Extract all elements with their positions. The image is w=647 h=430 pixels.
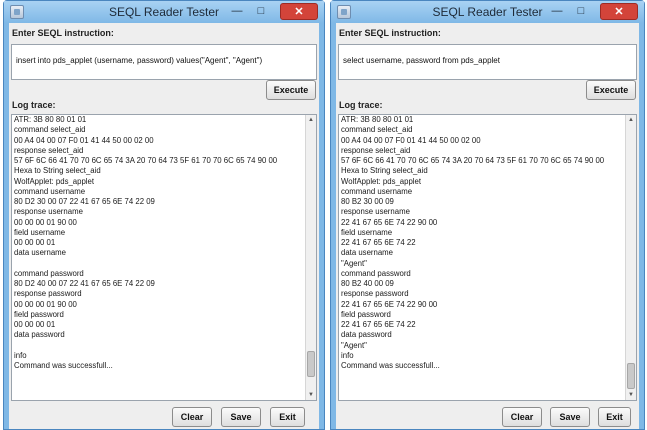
- log-trace-label: Log trace:: [339, 100, 383, 110]
- log-line: response select_aid: [14, 145, 84, 155]
- log-line: 00 00 00 01: [14, 320, 56, 329]
- log-line: "Agent": [341, 258, 367, 268]
- window-title: SEQL Reader Tester: [108, 5, 220, 19]
- clear-button[interactable]: Clear: [172, 407, 212, 427]
- log-lines: ATR: 3B 80 80 01 01 command select_aid 00 …: [14, 115, 302, 371]
- minimize-icon[interactable]: —: [226, 3, 248, 20]
- log-line: 80 B2 30 00 09: [341, 197, 394, 206]
- log-line: response password: [341, 289, 409, 299]
- log-trace-label: Log trace:: [12, 100, 56, 110]
- instruction-input[interactable]: insert into pds_applet (username, passwo…: [11, 44, 317, 80]
- log-trace-area[interactable]: ATR: 3B 80 80 01 01 command select_aid 00 …: [11, 114, 317, 401]
- log-line: ATR: 3B 80 80 01 01: [14, 115, 87, 124]
- close-icon[interactable]: ✕: [600, 3, 638, 20]
- log-line: field password: [341, 309, 391, 319]
- scroll-thumb[interactable]: [307, 351, 315, 378]
- log-line: command username: [341, 186, 413, 196]
- log-line: data username: [14, 248, 67, 258]
- clear-button[interactable]: Clear: [502, 407, 542, 427]
- log-line: 00 00 00 01 90 00: [14, 299, 77, 309]
- log-line: Command was successfull...: [341, 361, 440, 370]
- scroll-down-icon[interactable]: ▼: [626, 390, 636, 400]
- log-line: response username: [341, 207, 410, 217]
- log-line: 22 41 67 65 6E 74 22 90 00: [341, 217, 438, 227]
- log-line: command select_aid: [14, 125, 86, 135]
- log-trace-area[interactable]: ATR: 3B 80 80 01 01 command select_aid 00 …: [338, 114, 637, 401]
- execute-button[interactable]: Execute: [266, 80, 316, 100]
- log-line: 22 41 67 65 6E 74 22: [341, 320, 416, 329]
- action-buttons: Clear Save Exit: [9, 407, 319, 427]
- window-content: Enter SEQL instruction: select username,…: [336, 23, 639, 429]
- log-line: 00 A4 04 00 07 F0 01 41 44 50 00 02 00: [14, 135, 154, 145]
- log-line: field username: [341, 227, 393, 237]
- log-line: WolfApplet: pds_applet: [14, 176, 95, 186]
- log-line: 00 00 00 01 90 00: [14, 217, 77, 227]
- log-line: command select_aid: [341, 125, 413, 135]
- instruction-input[interactable]: select username, password from pds_apple…: [338, 44, 637, 80]
- instruction-label: Enter SEQL instruction:: [339, 28, 441, 38]
- scroll-up-icon[interactable]: ▲: [306, 115, 316, 125]
- minimize-icon[interactable]: —: [546, 3, 568, 20]
- title-bar[interactable]: SEQL Reader Tester — □ ✕: [331, 1, 644, 23]
- log-line: field username: [14, 227, 66, 237]
- log-line: Hexa to String select_aid: [14, 166, 101, 176]
- maximize-icon[interactable]: □: [570, 3, 592, 20]
- exit-button[interactable]: Exit: [598, 407, 631, 427]
- exit-button[interactable]: Exit: [270, 407, 305, 427]
- save-button[interactable]: Save: [550, 407, 590, 427]
- scroll-up-icon[interactable]: ▲: [626, 115, 636, 125]
- log-line: data password: [341, 330, 392, 340]
- log-line: Hexa to String select_aid: [341, 166, 428, 176]
- log-lines: ATR: 3B 80 80 01 01 command select_aid 00 …: [341, 115, 622, 371]
- log-line: data username: [341, 248, 394, 258]
- log-line: ATR: 3B 80 80 01 01: [341, 115, 414, 124]
- maximize-icon[interactable]: □: [250, 3, 272, 20]
- log-line: field password: [14, 309, 64, 319]
- log-line: WolfApplet: pds_applet: [341, 176, 422, 186]
- log-line: "Agent": [341, 340, 367, 350]
- log-scrollbar[interactable]: ▲ ▼: [305, 115, 316, 400]
- log-line: 80 D2 30 00 07 22 41 67 65 6E 74 22 09: [14, 197, 155, 206]
- save-button[interactable]: Save: [221, 407, 261, 427]
- log-line: 22 41 67 65 6E 74 22 90 00: [341, 299, 438, 309]
- log-line: command password: [14, 268, 84, 278]
- log-line: response select_aid: [341, 145, 411, 155]
- log-line: 57 6F 6C 66 41 70 70 6C 65 74 3A 20 70 6…: [341, 156, 605, 165]
- window-insert: SEQL Reader Tester — □ ✕ Enter SEQL inst…: [3, 0, 325, 430]
- scroll-down-icon[interactable]: ▼: [306, 390, 316, 400]
- log-line: command username: [14, 186, 86, 196]
- action-buttons: Clear Save Exit: [336, 407, 639, 427]
- log-line: 57 6F 6C 66 41 70 70 6C 65 74 3A 20 70 6…: [14, 156, 278, 165]
- log-line: command password: [341, 268, 411, 278]
- close-icon[interactable]: ✕: [280, 3, 318, 20]
- log-line: info: [14, 350, 27, 360]
- window-title: SEQL Reader Tester: [432, 5, 543, 19]
- log-line: 80 D2 40 00 07 22 41 67 65 6E 74 22 09: [14, 279, 155, 288]
- log-line: 00 00 00 01: [14, 238, 56, 247]
- window-select: SEQL Reader Tester — □ ✕ Enter SEQL inst…: [330, 0, 645, 430]
- log-line: response username: [14, 207, 83, 217]
- log-line: 80 B2 40 00 09: [341, 279, 394, 288]
- scroll-thumb[interactable]: [627, 363, 635, 389]
- log-line: info: [341, 350, 354, 360]
- log-line: 00 A4 04 00 07 F0 01 41 44 50 00 02 00: [341, 135, 481, 145]
- log-line: 22 41 67 65 6E 74 22: [341, 238, 416, 247]
- execute-button[interactable]: Execute: [586, 80, 636, 100]
- log-line: data password: [14, 330, 65, 340]
- log-scrollbar[interactable]: ▲ ▼: [625, 115, 636, 400]
- title-bar[interactable]: SEQL Reader Tester — □ ✕: [4, 1, 324, 23]
- window-content: Enter SEQL instruction: insert into pds_…: [9, 23, 319, 429]
- log-line: response password: [14, 289, 82, 299]
- instruction-label: Enter SEQL instruction:: [12, 28, 114, 38]
- log-line: Command was successfull...: [14, 361, 113, 370]
